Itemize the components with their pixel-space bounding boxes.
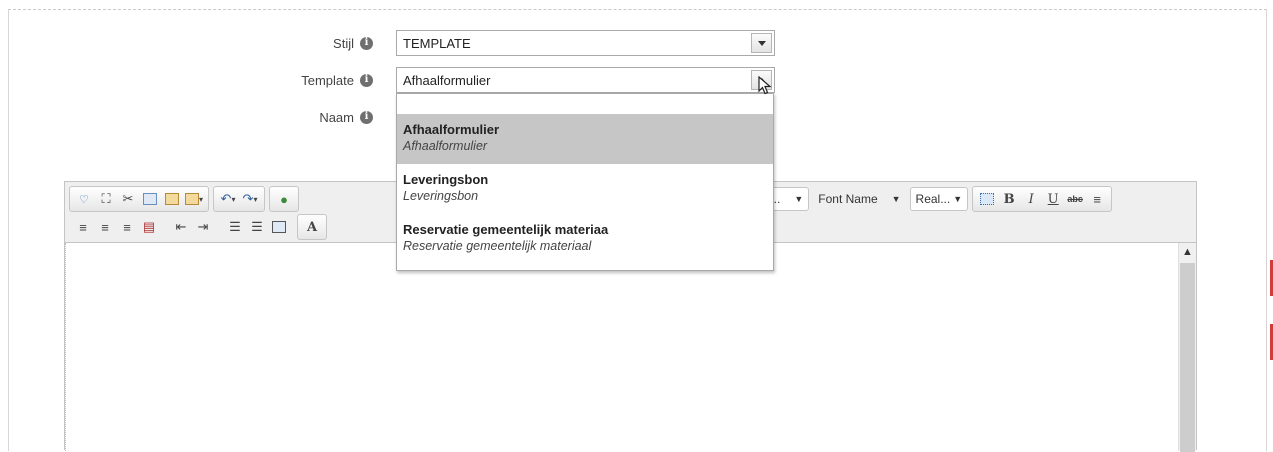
- stijl-label-row: Stijl i: [333, 30, 373, 56]
- naam-label-row: Naam i: [319, 104, 373, 130]
- toolbar-group-insert: ●: [269, 186, 299, 212]
- toolbar-row-1-right: t...▼ Font Name▼ Real...▼ B I U abc ≡: [761, 185, 1116, 213]
- paste-icon[interactable]: [162, 189, 182, 209]
- toolbar-group-color: A: [297, 214, 327, 240]
- strikethrough-icon[interactable]: abc: [1065, 189, 1085, 209]
- text-color-icon[interactable]: A: [302, 217, 322, 237]
- template-select-value: Afhaalformulier: [403, 72, 491, 88]
- justify-icon[interactable]: ≡: [117, 217, 137, 237]
- toolbar-group-history: ↶ ▾ ↷ ▾: [213, 186, 265, 212]
- dropdown-option-leveringsbon[interactable]: Leveringsbon Leveringsbon: [397, 164, 773, 214]
- info-icon[interactable]: i: [360, 73, 373, 87]
- toolbar-group-indent: ⇤ ⇥: [167, 215, 217, 239]
- numbered-list-icon[interactable]: ☰: [225, 217, 245, 237]
- stijl-label: Stijl: [333, 35, 354, 51]
- dropdown-option-reservatie[interactable]: Reservatie gemeentelijk materiaa Reserva…: [397, 214, 773, 264]
- chevron-down-icon[interactable]: [751, 33, 772, 53]
- option-title: Reservatie gemeentelijk materiaa: [403, 222, 609, 237]
- font-name-combo-value: Font Name: [818, 192, 878, 206]
- mouse-cursor-icon: [758, 76, 772, 95]
- toolbar-group-text-style: B I U abc ≡: [972, 186, 1113, 212]
- info-icon[interactable]: i: [360, 110, 373, 124]
- find-icon[interactable]: ⛶: [96, 189, 116, 209]
- spellcheck-icon[interactable]: ♡: [74, 189, 94, 209]
- toolbar-row-2: ≡ ≡ ≡ ▤ ⇤ ⇥ ☰ ☰ A: [69, 213, 331, 241]
- option-subtitle: Afhaalformulier: [403, 139, 488, 153]
- align-center-icon[interactable]: ≡: [73, 217, 93, 237]
- option-title: Afhaalformulier: [403, 122, 500, 137]
- toolbar-group-lists: ☰ ☰: [221, 215, 293, 239]
- naam-label: Naam: [319, 109, 354, 125]
- info-icon[interactable]: i: [360, 36, 373, 50]
- toolbar-group-edit: ♡ ⛶ ✂ ▾: [69, 186, 209, 212]
- underline-icon[interactable]: U: [1043, 189, 1063, 209]
- paste-special-icon[interactable]: ▾: [184, 189, 204, 209]
- option-subtitle: Leveringsbon: [403, 189, 479, 203]
- bulleted-list-icon[interactable]: ☰: [247, 217, 267, 237]
- scrollbar-thumb[interactable]: [1180, 263, 1195, 452]
- outdent-icon[interactable]: ⇤: [171, 217, 191, 237]
- scroll-up-icon[interactable]: ▲: [1179, 243, 1196, 260]
- editor-left-edge: [65, 243, 68, 451]
- italic-icon[interactable]: I: [1021, 189, 1041, 209]
- template-label: Template: [301, 72, 354, 88]
- template-select[interactable]: Afhaalformulier: [396, 67, 775, 93]
- blockquote-icon[interactable]: [269, 217, 289, 237]
- font-name-combo[interactable]: Font Name ▼: [813, 188, 905, 210]
- link-icon[interactable]: ●: [274, 189, 294, 209]
- dropdown-option-afhaalformulier[interactable]: Afhaalformulier Afhaalformulier: [397, 114, 773, 164]
- template-label-row: Template i: [301, 67, 373, 93]
- toolbar-row-1: ♡ ⛶ ✂ ▾ ↶ ▾ ↷ ▾ ●: [69, 185, 303, 213]
- bold-icon[interactable]: B: [999, 189, 1019, 209]
- cut-icon[interactable]: ✂: [118, 189, 138, 209]
- stijl-select[interactable]: TEMPLATE: [396, 30, 775, 56]
- redo-icon[interactable]: ↷ ▾: [240, 189, 260, 209]
- align-left-icon[interactable]: ≡: [1087, 189, 1107, 209]
- indent-icon[interactable]: ⇥: [193, 217, 213, 237]
- size-combo-value: Real...: [915, 192, 951, 206]
- undo-icon[interactable]: ↶ ▾: [218, 189, 238, 209]
- editor-content-area[interactable]: ▲: [65, 242, 1196, 452]
- copy-icon[interactable]: [140, 189, 160, 209]
- template-dropdown-list: Afhaalformulier Afhaalformulier Levering…: [396, 93, 774, 271]
- show-blocks-icon[interactable]: [977, 189, 997, 209]
- dropdown-empty-option[interactable]: [397, 94, 773, 114]
- option-title: Leveringsbon: [403, 172, 489, 187]
- remove-format-icon[interactable]: ▤: [139, 217, 159, 237]
- size-combo[interactable]: Real... ▼: [909, 187, 969, 211]
- stijl-select-value: TEMPLATE: [403, 35, 471, 51]
- align-right-icon[interactable]: ≡: [95, 217, 115, 237]
- option-subtitle: Reservatie gemeentelijk materiaal: [403, 239, 592, 253]
- toolbar-group-align: ≡ ≡ ≡ ▤: [69, 215, 163, 239]
